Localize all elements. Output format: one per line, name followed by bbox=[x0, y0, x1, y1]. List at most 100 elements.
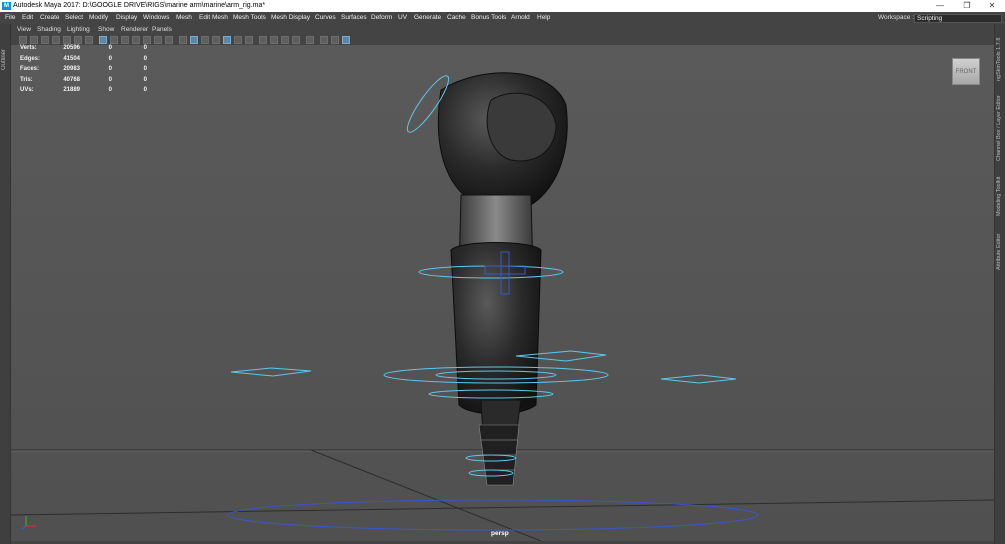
menu-uv[interactable]: UV bbox=[398, 12, 407, 24]
menu-select[interactable]: Select bbox=[65, 12, 83, 24]
menu-display[interactable]: Display bbox=[116, 12, 137, 24]
viewport-layout-icon[interactable] bbox=[342, 36, 350, 44]
gate-mask-icon[interactable] bbox=[132, 36, 140, 44]
modeling-toolkit-tab[interactable]: Modeling Toolkit bbox=[996, 170, 1005, 222]
color-management-icon[interactable] bbox=[331, 36, 339, 44]
menu-file[interactable]: File bbox=[5, 12, 15, 24]
xray-icon[interactable] bbox=[223, 36, 231, 44]
2d-pan-zoom-icon[interactable] bbox=[63, 36, 71, 44]
minimize-button[interactable]: — bbox=[927, 0, 953, 12]
menu-edit-mesh[interactable]: Edit Mesh bbox=[199, 12, 228, 24]
hud-selected: 0 bbox=[108, 66, 112, 72]
safe-action-icon[interactable] bbox=[154, 36, 162, 44]
arm-mesh[interactable] bbox=[437, 72, 568, 486]
hud-label: Edges: bbox=[20, 55, 41, 62]
hud-row-tris: Tris: 40768 0 0 bbox=[20, 77, 160, 88]
hud-row-edges: Edges: 41504 0 0 bbox=[20, 56, 160, 67]
hud-extra: 0 bbox=[143, 87, 147, 93]
panel-menu-view[interactable]: View bbox=[17, 24, 31, 35]
image-plane-icon[interactable] bbox=[52, 36, 60, 44]
hud-row-faces: Faces: 20983 0 0 bbox=[20, 66, 160, 77]
motion-blur-icon[interactable] bbox=[270, 36, 278, 44]
hud-label: Faces: bbox=[20, 66, 40, 72]
default-lighting-icon[interactable] bbox=[201, 36, 209, 44]
menu-windows[interactable]: Windows bbox=[143, 12, 169, 24]
panel-toolbar bbox=[11, 35, 995, 45]
isolate-select-icon[interactable] bbox=[245, 36, 253, 44]
ngskintools-tab[interactable]: ngSkinTools 1.7.8 bbox=[996, 28, 1005, 90]
wireframe-shading-icon[interactable] bbox=[179, 36, 187, 44]
outliner-tab[interactable]: Outliner bbox=[1, 30, 10, 70]
menu-bonus-tools[interactable]: Bonus Tools bbox=[471, 12, 506, 24]
hud-value: 20983 bbox=[63, 66, 80, 72]
hud-label: Tris: bbox=[20, 76, 33, 83]
exposure-icon[interactable] bbox=[306, 36, 314, 44]
bookmark-icon[interactable] bbox=[41, 36, 49, 44]
anti-aliasing-icon[interactable] bbox=[281, 36, 289, 44]
panel-menu-shading[interactable]: Shading bbox=[37, 24, 61, 35]
panel-menu-show[interactable]: Show bbox=[98, 24, 114, 35]
hud-extra: 0 bbox=[143, 45, 147, 51]
maya-window: M Autodesk Maya 2017: D:\GOOGLE DRIVE\RI… bbox=[0, 0, 1005, 544]
hud-value: 21889 bbox=[63, 87, 80, 93]
main-menu-bar: File Edit Create Select Modify Display W… bbox=[0, 12, 1005, 24]
hud-selected: 0 bbox=[108, 45, 112, 51]
axis-gizmo-icon bbox=[21, 516, 36, 530]
viewport-3d[interactable] bbox=[11, 45, 994, 541]
hud-value: 41504 bbox=[63, 55, 80, 62]
menu-curves[interactable]: Curves bbox=[315, 12, 336, 24]
workspace-dropdown[interactable]: Scripting bbox=[914, 14, 1002, 23]
poly-count-hud: Verts: 20596 0 0 Edges: 41504 0 0 Faces:… bbox=[20, 45, 160, 98]
xray-joints-icon[interactable] bbox=[234, 36, 242, 44]
attribute-editor-tab[interactable]: Attribute Editor bbox=[996, 228, 1005, 276]
hud-label: UVs: bbox=[20, 87, 34, 93]
panel-menu-panels[interactable]: Panels bbox=[152, 24, 172, 35]
hud-value: 40768 bbox=[63, 76, 80, 83]
menu-help[interactable]: Help bbox=[537, 12, 550, 24]
wireframe-icon[interactable] bbox=[99, 36, 107, 44]
grid-toggle-icon[interactable] bbox=[85, 36, 93, 44]
safe-title-icon[interactable] bbox=[165, 36, 173, 44]
film-gate-icon[interactable] bbox=[110, 36, 118, 44]
panel-menu-renderer[interactable]: Renderer bbox=[121, 24, 148, 35]
panel-menu-bar: View Shading Lighting Show Renderer Pane… bbox=[11, 24, 995, 35]
camera-attributes-icon[interactable] bbox=[30, 36, 38, 44]
menu-deform[interactable]: Deform bbox=[371, 12, 392, 24]
ambient-occlusion-icon[interactable] bbox=[259, 36, 267, 44]
hud-selected: 0 bbox=[108, 55, 112, 62]
menu-create[interactable]: Create bbox=[40, 12, 60, 24]
root-control-curve[interactable] bbox=[227, 499, 759, 531]
resolution-gate-icon[interactable] bbox=[121, 36, 129, 44]
channel-box-tab[interactable]: Channel Box / Layer Editor bbox=[996, 92, 1005, 164]
window-title: Autodesk Maya 2017: D:\GOOGLE DRIVE\RIGS… bbox=[13, 2, 266, 9]
gamma-icon[interactable] bbox=[320, 36, 328, 44]
menu-surfaces[interactable]: Surfaces bbox=[341, 12, 367, 24]
menu-modify[interactable]: Modify bbox=[89, 12, 108, 24]
viewport-scene bbox=[11, 72, 994, 541]
title-bar: M Autodesk Maya 2017: D:\GOOGLE DRIVE\RI… bbox=[0, 0, 1005, 12]
menu-mesh[interactable]: Mesh bbox=[176, 12, 192, 24]
menu-cache[interactable]: Cache bbox=[447, 12, 466, 24]
view-cube[interactable]: FRONT bbox=[952, 58, 980, 85]
hud-label: Verts: bbox=[20, 45, 37, 51]
restore-button[interactable]: ❐ bbox=[954, 0, 980, 12]
panel-menu-lighting[interactable]: Lighting bbox=[67, 24, 90, 35]
menu-arnold[interactable]: Arnold bbox=[511, 12, 530, 24]
smooth-shade-icon[interactable] bbox=[190, 36, 198, 44]
left-sidebar: Outliner bbox=[0, 24, 11, 544]
camera-name-label: persp bbox=[491, 530, 509, 537]
close-button[interactable]: ✕ bbox=[979, 0, 1005, 12]
hud-row-verts: Verts: 20596 0 0 bbox=[20, 45, 160, 56]
field-chart-icon[interactable] bbox=[143, 36, 151, 44]
textured-icon[interactable] bbox=[212, 36, 220, 44]
hud-selected: 0 bbox=[108, 76, 112, 83]
menu-mesh-display[interactable]: Mesh Display bbox=[271, 12, 310, 24]
menu-edit[interactable]: Edit bbox=[22, 12, 33, 24]
menu-mesh-tools[interactable]: Mesh Tools bbox=[233, 12, 266, 24]
menu-generate[interactable]: Generate bbox=[414, 12, 441, 24]
hud-value: 20596 bbox=[63, 45, 80, 51]
grease-pencil-icon[interactable] bbox=[74, 36, 82, 44]
hud-selected: 0 bbox=[108, 87, 112, 93]
depth-of-field-icon[interactable] bbox=[292, 36, 300, 44]
select-camera-icon[interactable] bbox=[19, 36, 27, 44]
